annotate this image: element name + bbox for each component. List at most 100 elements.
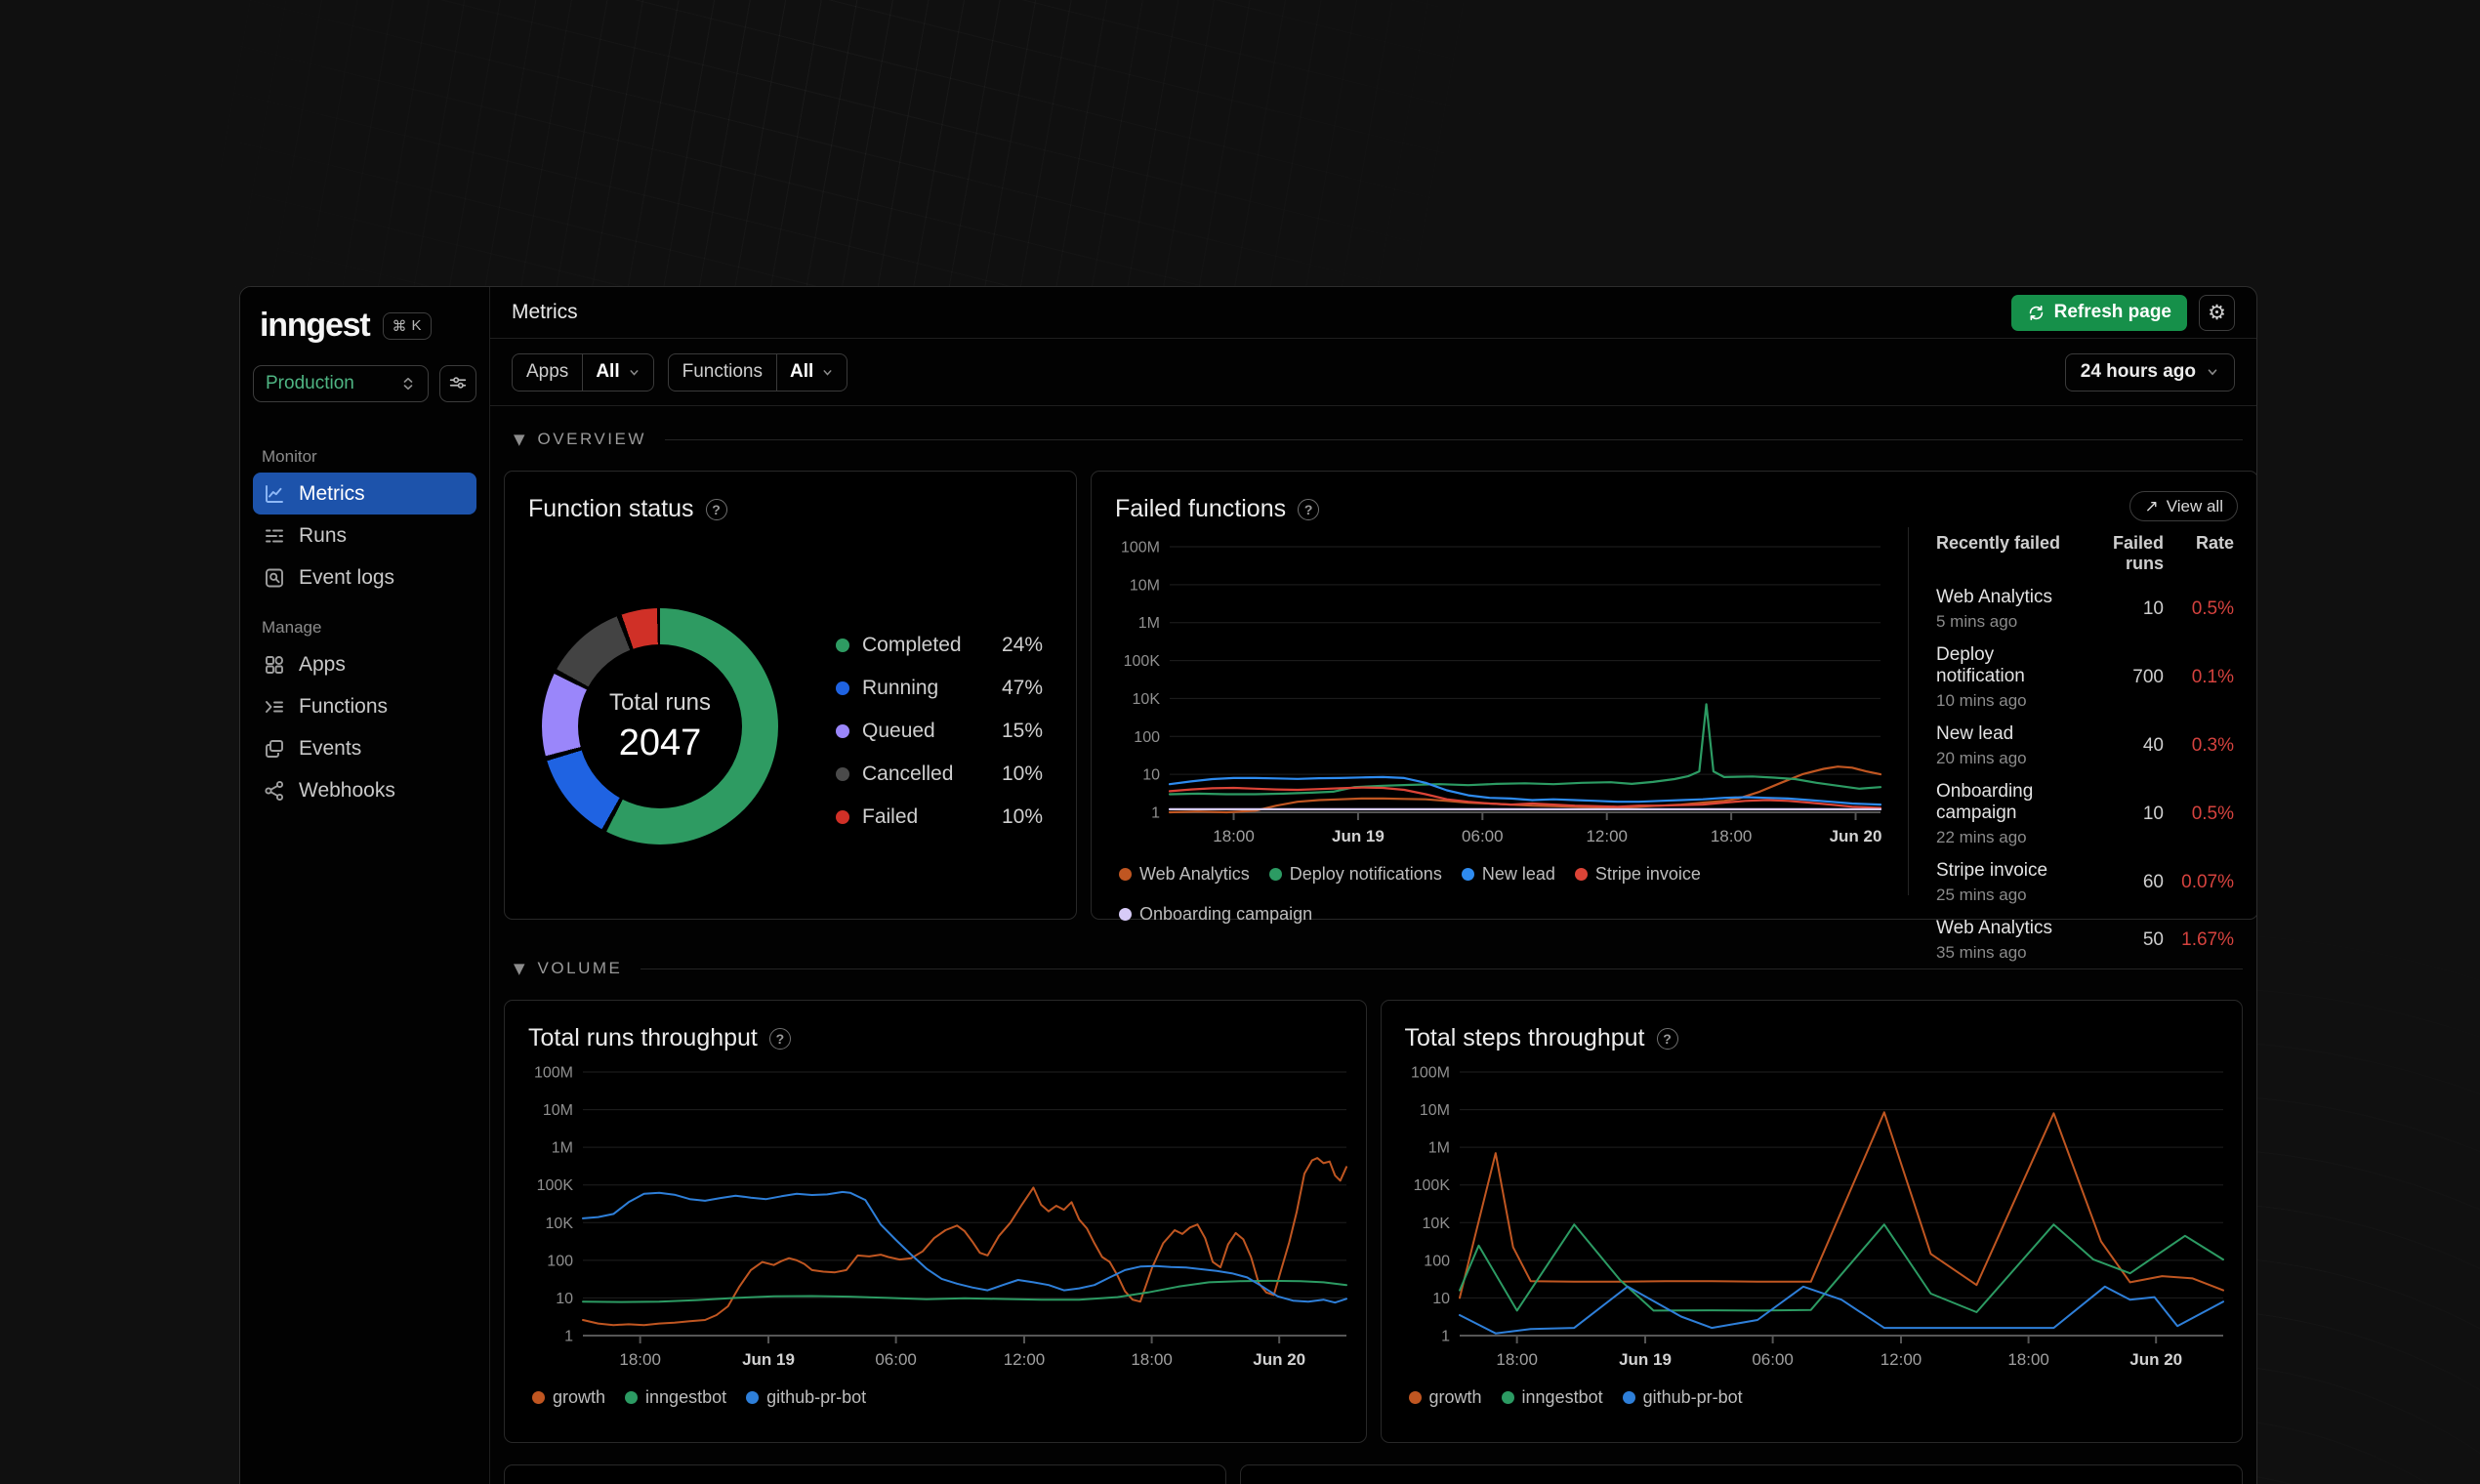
arrow-up-right-icon: ↗: [2144, 496, 2159, 515]
chart-legend-item: New lead: [1461, 864, 1555, 885]
legend-dot-icon: [532, 1391, 545, 1404]
failed-function-row[interactable]: New lead 20 mins ago 40 0.3%: [1936, 723, 2234, 768]
legend-dot-icon: [836, 810, 849, 824]
status-legend-row: Queued 15%: [836, 710, 1043, 753]
failed-function-row[interactable]: Stripe invoice 25 mins ago 60 0.07%: [1936, 860, 2234, 905]
sidebar-item-metrics[interactable]: Metrics: [253, 473, 476, 515]
nav-section-label: Monitor: [262, 447, 317, 466]
view-all-button[interactable]: ↗ View all: [2129, 491, 2238, 521]
help-icon[interactable]: ?: [768, 1027, 791, 1050]
svg-text:10K: 10K: [546, 1216, 574, 1232]
svg-text:100: 100: [547, 1253, 573, 1269]
updown-chevron-icon: [400, 376, 416, 392]
failed-function-row[interactable]: Deploy notification 10 mins ago 700 0.1%: [1936, 644, 2234, 711]
sidebar-item-label: Functions: [299, 694, 389, 718]
svg-text:12:00: 12:00: [1586, 827, 1628, 845]
apps-grid-icon: [263, 653, 286, 677]
total-runs-throughput-chart: 100M 10M 1M 100K 10K 100 10 1 18:00 Jun 19 06:00 12…: [528, 1060, 1347, 1381]
svg-text:100K: 100K: [537, 1177, 574, 1194]
failed-function-row[interactable]: Web Analytics 35 mins ago 50 1.67%: [1936, 918, 2234, 963]
svg-text:1M: 1M: [552, 1140, 573, 1157]
total-steps-chart-legend: growth inngestbot github-pr-bot: [1405, 1387, 2219, 1408]
legend-dot-icon: [1461, 868, 1474, 881]
help-icon[interactable]: ?: [1298, 498, 1320, 520]
runs-list-icon: [263, 524, 286, 548]
recently-failed-table: Recently failed Failed runs Rate Web Ana…: [1908, 527, 2234, 962]
app-window: inngest ⌘ K Production Monitor Metrics R…: [239, 286, 2257, 1484]
environment-filter-button[interactable]: [439, 365, 476, 402]
legend-dot-icon: [1268, 868, 1282, 881]
sidebar-item-event-logs[interactable]: Event logs: [253, 556, 476, 598]
legend-dot-icon: [836, 724, 849, 738]
help-icon[interactable]: ?: [1656, 1027, 1678, 1050]
sidebar-item-label: Webhooks: [299, 778, 395, 802]
sidebar-item-events[interactable]: Events: [253, 727, 476, 769]
collapse-chevron-icon: ▼: [514, 431, 525, 448]
svg-text:100M: 100M: [534, 1065, 573, 1082]
failed-function-row[interactable]: Web Analytics 5 mins ago 10 0.5%: [1936, 587, 2234, 632]
chart-legend-item: github-pr-bot: [746, 1387, 866, 1408]
overview-section-header[interactable]: ▼ OVERVIEW: [514, 430, 2243, 449]
help-icon[interactable]: ?: [705, 498, 727, 520]
sidebar-item-webhooks[interactable]: Webhooks: [253, 769, 476, 811]
legend-dot-icon: [836, 639, 849, 652]
refresh-page-button[interactable]: Refresh page: [2010, 294, 2187, 331]
status-legend-row: Failed 10%: [836, 796, 1043, 839]
svg-text:10: 10: [556, 1291, 573, 1307]
svg-text:1: 1: [1441, 1329, 1450, 1345]
function-status-donut-chart: Total runs 2047: [542, 608, 778, 845]
svg-text:1: 1: [564, 1329, 573, 1345]
status-legend-row: Completed 24%: [836, 624, 1043, 667]
svg-text:10K: 10K: [1422, 1216, 1450, 1232]
time-range-selector[interactable]: 24 hours ago: [2064, 352, 2235, 392]
legend-dot-icon: [836, 681, 849, 695]
chart-legend-item: github-pr-bot: [1622, 1387, 1743, 1408]
sidebar-item-label: Event logs: [299, 565, 395, 589]
apps-filter[interactable]: Apps All: [512, 352, 654, 392]
sidebar-item-apps[interactable]: Apps: [253, 643, 476, 685]
failed-functions-chart: 100M 10M 1M 100K 10K 100 10 1 18:00 Jun 19 06:00 12…: [1115, 535, 1888, 858]
svg-text:12:00: 12:00: [1880, 1350, 1922, 1369]
svg-text:Jun 20: Jun 20: [1830, 827, 1882, 845]
legend-dot-icon: [1501, 1391, 1514, 1404]
total-runs-label: Total runs: [608, 688, 712, 716]
svg-text:Jun 19: Jun 19: [1332, 827, 1385, 845]
chart-legend-item: Onboarding campaign: [1119, 904, 1312, 925]
sidebar-item-label: Metrics: [299, 481, 365, 505]
settings-button[interactable]: ⚙: [2199, 294, 2235, 331]
sidebar-item-runs[interactable]: Runs: [253, 515, 476, 556]
legend-dot-icon: [746, 1391, 760, 1404]
legend-dot-icon: [1408, 1391, 1422, 1404]
total-runs-value: 2047: [618, 721, 702, 763]
svg-text:1M: 1M: [1427, 1140, 1449, 1157]
total-steps-throughput-card: Total steps throughput ? 100M 10M 1M 100K 10…: [1380, 1000, 2243, 1443]
svg-text:18:00: 18:00: [1131, 1350, 1173, 1369]
gear-icon: ⚙: [2208, 301, 2226, 324]
inngest-logo: inngest: [260, 307, 371, 344]
filter-bar: Apps All Functions All 24 hours ago: [490, 339, 2256, 406]
chart-legend-item: Deploy notifications: [1268, 864, 1442, 885]
sidebar-item-functions[interactable]: Functions: [253, 685, 476, 727]
chart-legend-item: inngestbot: [1501, 1387, 1603, 1408]
apps-filter-value: All: [596, 361, 620, 382]
legend-dot-icon: [1574, 868, 1588, 881]
chart-line-icon: [263, 482, 286, 506]
collapse-chevron-icon: ▼: [514, 960, 525, 977]
chevron-down-icon: [821, 366, 834, 379]
svg-text:100M: 100M: [1121, 540, 1160, 556]
refresh-icon: [2027, 304, 2046, 322]
command-k-shortcut[interactable]: ⌘ K: [382, 311, 432, 340]
functions-filter[interactable]: Functions All: [667, 352, 848, 392]
page: inngest ⌘ K Production Monitor Metrics R…: [0, 0, 2480, 1484]
svg-text:100: 100: [1424, 1253, 1450, 1269]
legend-dot-icon: [1622, 1391, 1635, 1404]
total-runs-throughput-card: Total runs throughput ? 100M 10M 1M 100K 10K…: [504, 1000, 1367, 1443]
environment-selector[interactable]: Production: [253, 365, 429, 402]
svg-text:Jun 19: Jun 19: [1619, 1350, 1672, 1369]
content-scroll-area[interactable]: ▼ OVERVIEW Function status ? Total runs: [490, 406, 2256, 1484]
svg-text:1M: 1M: [1138, 615, 1160, 632]
svg-text:10M: 10M: [1419, 1102, 1449, 1119]
environment-label: Production: [266, 373, 354, 393]
chevron-down-icon: [2206, 365, 2219, 379]
failed-function-row[interactable]: Onboarding campaign 22 mins ago 10 0.5%: [1936, 781, 2234, 847]
